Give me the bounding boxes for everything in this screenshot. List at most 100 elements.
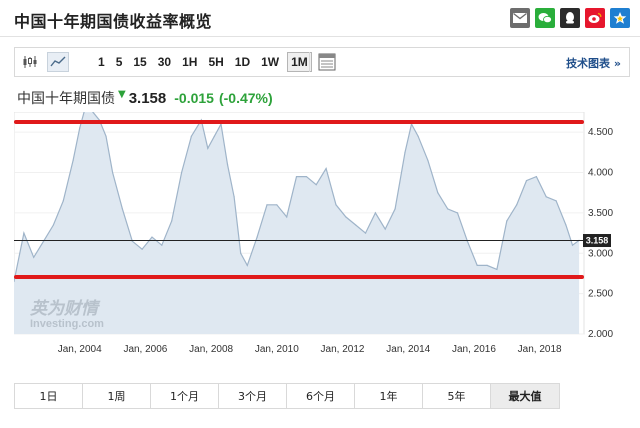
data-point bbox=[23, 232, 25, 234]
period-15[interactable]: 15 bbox=[130, 53, 149, 71]
data-point bbox=[240, 252, 242, 254]
instrument-name: 中国十年期国债 bbox=[17, 91, 115, 107]
x-tick-label: Jan, 2008 bbox=[189, 344, 233, 355]
range-5y[interactable]: 5年 bbox=[423, 384, 491, 408]
data-point bbox=[535, 175, 537, 178]
data-point bbox=[52, 224, 55, 226]
period-1w[interactable]: 1W bbox=[258, 53, 282, 71]
data-point bbox=[276, 204, 278, 206]
x-tick-label: Jan, 2012 bbox=[321, 344, 365, 355]
data-point bbox=[476, 264, 478, 266]
x-tick-label: Jan, 2014 bbox=[386, 344, 430, 355]
technical-chart-link[interactable]: 技术图表 » bbox=[566, 55, 621, 71]
data-point bbox=[105, 135, 107, 137]
highlight-top-bar bbox=[14, 120, 584, 124]
qq-icon[interactable] bbox=[560, 8, 580, 28]
candlestick-icon[interactable] bbox=[19, 52, 41, 72]
page-title: 中国十年期国债收益率概览 bbox=[14, 12, 213, 31]
data-point bbox=[486, 264, 488, 266]
data-point bbox=[79, 127, 81, 129]
line-chart-icon[interactable] bbox=[47, 52, 69, 72]
range-selector: 1日 1周 1个月 3个月 6个月 1年 5年 最大值 bbox=[14, 383, 560, 409]
range-1m[interactable]: 1个月 bbox=[151, 384, 219, 408]
qzone-icon[interactable] bbox=[610, 8, 630, 28]
current-price-badge: 3.158 bbox=[583, 234, 611, 248]
data-point bbox=[151, 236, 153, 238]
data-point bbox=[355, 224, 357, 226]
data-point bbox=[305, 175, 307, 178]
period-5[interactable]: 5 bbox=[113, 53, 126, 71]
data-point bbox=[111, 171, 114, 174]
y-tick-label: 4.000 bbox=[588, 168, 613, 179]
y-axis: 4.500 4.000 3.500 3.000 2.500 2.000 bbox=[588, 127, 613, 340]
x-tick-label: Jan, 2016 bbox=[452, 344, 496, 355]
yield-chart[interactable]: 英为财情 Investing.com 4.500 4.000 3.500 3.000 2… bbox=[14, 112, 626, 368]
data-point bbox=[295, 175, 298, 178]
data-point bbox=[374, 212, 376, 214]
down-arrow-icon: ▼ bbox=[118, 89, 126, 100]
period-1d[interactable]: 1D bbox=[232, 53, 253, 71]
share-bar bbox=[510, 8, 630, 28]
x-tick-label: Jan, 2010 bbox=[255, 344, 299, 355]
data-point bbox=[141, 248, 143, 250]
quote-header: 中国十年期国债 ▼ 3.158 -0.015 (-0.47%) bbox=[17, 88, 278, 108]
data-point bbox=[226, 163, 229, 166]
data-point bbox=[72, 159, 74, 162]
period-5h[interactable]: 5H bbox=[205, 53, 226, 71]
title-divider bbox=[0, 36, 640, 37]
period-1h[interactable]: 1H bbox=[179, 53, 200, 71]
watermark-logo: 英为财情 Investing.com bbox=[29, 299, 104, 330]
data-point bbox=[404, 151, 406, 153]
data-point bbox=[33, 256, 35, 258]
data-point bbox=[417, 135, 419, 137]
range-max[interactable]: 最大值 bbox=[491, 384, 559, 408]
data-point bbox=[161, 244, 163, 246]
watermark-brand-cn: 英为财情 bbox=[29, 299, 101, 319]
x-tick-label: Jan, 2006 bbox=[123, 344, 167, 355]
data-point bbox=[233, 196, 235, 198]
data-point bbox=[213, 135, 216, 137]
data-point bbox=[364, 232, 367, 234]
data-point bbox=[525, 180, 528, 182]
data-point bbox=[180, 171, 183, 174]
data-point bbox=[62, 200, 64, 202]
data-point bbox=[345, 216, 347, 218]
data-point bbox=[171, 220, 173, 222]
range-1d[interactable]: 1日 bbox=[15, 384, 83, 408]
data-point bbox=[516, 204, 518, 206]
x-axis: Jan, 2004 Jan, 2006 Jan, 2008 Jan, 2010 Jan,… bbox=[58, 344, 562, 355]
y-tick-label: 3.000 bbox=[588, 248, 613, 259]
data-point bbox=[256, 236, 258, 238]
table-view-icon[interactable] bbox=[318, 53, 336, 71]
range-1y[interactable]: 1年 bbox=[355, 384, 423, 408]
range-6m[interactable]: 6个月 bbox=[287, 384, 355, 408]
range-3m[interactable]: 3个月 bbox=[219, 384, 287, 408]
period-1[interactable]: 1 bbox=[95, 53, 108, 71]
period-30[interactable]: 30 bbox=[155, 53, 174, 71]
data-point bbox=[266, 204, 268, 206]
data-point bbox=[315, 184, 317, 186]
data-point bbox=[427, 159, 429, 162]
price-change: -0.015 bbox=[174, 90, 214, 106]
range-1w[interactable]: 1周 bbox=[83, 384, 151, 408]
data-point bbox=[394, 208, 396, 210]
wechat-icon[interactable] bbox=[535, 8, 555, 28]
data-point bbox=[335, 204, 337, 206]
data-point bbox=[437, 192, 439, 194]
weibo-icon[interactable] bbox=[585, 8, 605, 28]
x-tick-label: Jan, 2018 bbox=[518, 344, 562, 355]
y-tick-label: 2.000 bbox=[588, 329, 613, 340]
chart-toolbar: 1 5 15 30 1H 5H 1D 1W 1M 技术图表 » bbox=[14, 47, 630, 77]
x-tick-label: Jan, 2004 bbox=[58, 344, 102, 355]
data-point bbox=[447, 208, 449, 210]
data-point bbox=[496, 268, 498, 271]
data-point bbox=[555, 200, 557, 202]
data-point bbox=[571, 244, 574, 246]
mail-icon[interactable] bbox=[510, 8, 530, 28]
data-point bbox=[384, 228, 386, 230]
data-point bbox=[207, 147, 209, 149]
price-change-percent: (-0.47%) bbox=[218, 90, 273, 106]
data-point bbox=[246, 264, 248, 266]
data-point bbox=[121, 208, 124, 210]
current-price-label: 3.158 bbox=[586, 236, 609, 246]
